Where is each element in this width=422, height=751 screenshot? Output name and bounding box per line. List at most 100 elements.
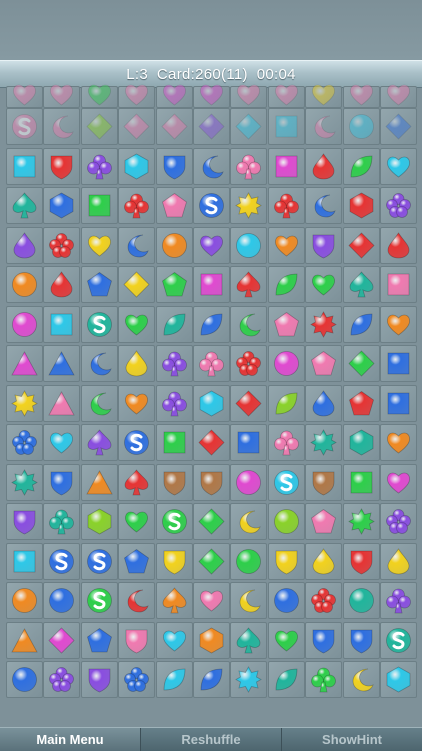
board-tile-teal-leaf[interactable]: [155, 305, 193, 343]
board-tile-teal-spade[interactable]: [230, 621, 268, 659]
board-tile-magenta-heart[interactable]: [380, 463, 417, 501]
board-tile-purple-shield[interactable]: [305, 226, 343, 264]
board-tile-teal-hexagon[interactable]: [342, 424, 380, 461]
board-tile-cyan-square[interactable]: [267, 108, 305, 145]
board-tile-orange-circle[interactable]: [6, 582, 43, 619]
board-tile-pink-heart[interactable]: [6, 84, 43, 108]
board-tile-blue-shield[interactable]: [155, 147, 193, 185]
board-tile-cyan-square[interactable]: [6, 542, 43, 580]
board-tile-red-spade[interactable]: [230, 266, 268, 303]
board-tile-teal-spade[interactable]: [342, 266, 380, 303]
board-tile-purple-shield[interactable]: [80, 661, 118, 698]
board-tile-yellow-diamond[interactable]: [118, 266, 156, 303]
board-tile-red-club[interactable]: [118, 187, 156, 224]
board-tile-red-clover[interactable]: [230, 345, 268, 382]
board-tile-red-diamond[interactable]: [342, 226, 380, 264]
board-tile-blue-shield[interactable]: [342, 621, 380, 659]
board-tile-red-pentagon[interactable]: [342, 384, 380, 422]
board-tile-blue-circle[interactable]: [43, 582, 81, 619]
board-tile-green-square[interactable]: [155, 424, 193, 461]
board-tile-cyan-circle[interactable]: [230, 226, 268, 264]
board-tile-pink-pentagon[interactable]: [305, 503, 343, 540]
board-tile-purple-heart[interactable]: [193, 226, 230, 264]
board-tile-blue-leaf[interactable]: [342, 305, 380, 343]
board-tile-green-heart[interactable]: [305, 266, 343, 303]
board-tile-teal-spade[interactable]: [6, 187, 43, 224]
board-tile-yellow-moon[interactable]: [342, 661, 380, 698]
board-tile-red-moon[interactable]: [118, 582, 156, 619]
board-tile-magenta-circle[interactable]: [267, 345, 305, 382]
board-tile-red-club[interactable]: [267, 187, 305, 224]
board-tile-pink-pentagon[interactable]: [267, 305, 305, 343]
board-tile-yellow-heart[interactable]: [305, 84, 343, 108]
board-tile-red-drop[interactable]: [43, 266, 81, 303]
board-tile-pink-heart[interactable]: [230, 84, 268, 108]
board-tile-blue-s[interactable]: [80, 542, 118, 580]
board-tile-blue-moon[interactable]: [305, 187, 343, 224]
board-tile-green-s[interactable]: [80, 582, 118, 619]
board-tile-orange-heart[interactable]: [267, 226, 305, 264]
board-tile-pink-heart[interactable]: [43, 84, 81, 108]
board-tile-green-square[interactable]: [342, 463, 380, 501]
board-tile-pink-square[interactable]: [380, 266, 417, 303]
board-tile-cyan-circle[interactable]: [342, 108, 380, 145]
board-tile-green-leaf[interactable]: [342, 147, 380, 185]
board-tile-green-heart[interactable]: [80, 84, 118, 108]
board-tile-magenta-triangle[interactable]: [6, 345, 43, 382]
board-tile-blue-pentagon[interactable]: [80, 266, 118, 303]
board-tile-yellow-shield[interactable]: [155, 542, 193, 580]
board-tile-blue-square[interactable]: [380, 345, 417, 382]
board-tile-green-club[interactable]: [305, 661, 343, 698]
board-tile-orange-triangle[interactable]: [6, 621, 43, 659]
board-tile-lime-hexagon[interactable]: [80, 503, 118, 540]
board-tile-purple-club[interactable]: [155, 345, 193, 382]
board-tile-green-heart[interactable]: [118, 503, 156, 540]
board-tile-blue-shield[interactable]: [305, 621, 343, 659]
board-tile-orange-heart[interactable]: [380, 305, 417, 343]
board-tile-pink-heart[interactable]: [193, 582, 230, 619]
board-tile-pink-moon[interactable]: [305, 108, 343, 145]
board-tile-magenta-heart[interactable]: [193, 84, 230, 108]
board-tile-orange-spade[interactable]: [155, 582, 193, 619]
board-tile-blue-circle[interactable]: [6, 661, 43, 698]
board-tile-pink-heart[interactable]: [342, 84, 380, 108]
board-tile-pink-heart[interactable]: [267, 84, 305, 108]
board-tile-cyan-square[interactable]: [43, 305, 81, 343]
board-tile-purple-drop[interactable]: [6, 226, 43, 264]
board-tile-blue-pentagon[interactable]: [118, 542, 156, 580]
board-tile-cyan-heart[interactable]: [155, 621, 193, 659]
board-tile-magenta-diamond[interactable]: [43, 621, 81, 659]
board-tile-cyan-s[interactable]: [267, 463, 305, 501]
board-tile-pink-heart[interactable]: [118, 84, 156, 108]
board-tile-lime-circle[interactable]: [267, 503, 305, 540]
board-tile-brown-shield[interactable]: [155, 463, 193, 501]
board-tile-pink-club[interactable]: [267, 424, 305, 461]
board-tile-pink-club[interactable]: [193, 345, 230, 382]
board-tile-yellow-drop[interactable]: [118, 345, 156, 382]
board-tile-teal-star[interactable]: [305, 424, 343, 461]
board-tile-blue-pentagon[interactable]: [80, 621, 118, 659]
board-tile-purple-diamond[interactable]: [193, 108, 230, 145]
board-tile-red-diamond[interactable]: [193, 424, 230, 461]
board-tile-purple-clover[interactable]: [380, 503, 417, 540]
board-tile-cyan-diamond[interactable]: [230, 108, 268, 145]
board-tile-blue-square[interactable]: [230, 424, 268, 461]
board-tile-blue-s[interactable]: [193, 187, 230, 224]
board-tile-blue-clover[interactable]: [118, 661, 156, 698]
board-tile-red-clover[interactable]: [43, 226, 81, 264]
board-tile-green-moon[interactable]: [80, 384, 118, 422]
board-tile-green-diamond[interactable]: [193, 503, 230, 540]
board-tile-red-diamond[interactable]: [230, 384, 268, 422]
board-tile-purple-clover[interactable]: [43, 661, 81, 698]
board-tile-cyan-heart[interactable]: [43, 424, 81, 461]
board-tile-blue-circle[interactable]: [267, 582, 305, 619]
board-tile-teal-leaf[interactable]: [267, 661, 305, 698]
board-tile-blue-triangle[interactable]: [43, 345, 81, 382]
board-tile-cyan-hexagon[interactable]: [118, 147, 156, 185]
board-tile-blue-moon[interactable]: [193, 147, 230, 185]
board-tile-teal-star[interactable]: [6, 463, 43, 501]
board-tile-red-hexagon[interactable]: [342, 187, 380, 224]
board-tile-green-pentagon[interactable]: [155, 266, 193, 303]
board-tile-teal-s[interactable]: [380, 621, 417, 659]
board-tile-magenta-square[interactable]: [267, 147, 305, 185]
